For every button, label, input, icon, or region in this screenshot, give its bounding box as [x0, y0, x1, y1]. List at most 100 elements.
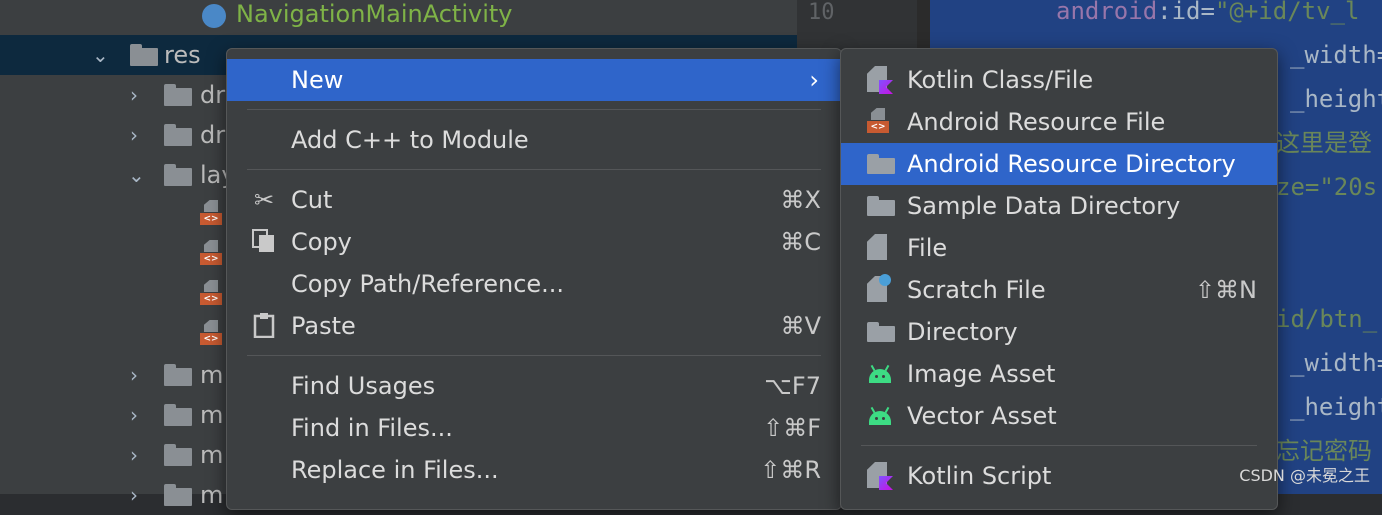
watermark: CSDN @未冕之王 — [1239, 466, 1370, 485]
menu-item-label: Kotlin Class/File — [907, 66, 1094, 94]
menu-item-label: Replace in Files... — [291, 456, 499, 484]
chevron-right-icon[interactable]: › — [130, 115, 138, 155]
chevron-right-icon[interactable]: › — [130, 395, 138, 435]
code-line: ze="20s — [1276, 173, 1378, 201]
chevron-right-icon[interactable]: › — [130, 75, 138, 115]
menu-item-find-usages[interactable]: Find Usages ⌥F7 — [227, 365, 841, 407]
tree-label-item: m — [200, 401, 224, 429]
shortcut: ⇧⌘R — [760, 456, 821, 484]
code-line: 这里是登 — [1276, 129, 1372, 157]
xml-file-icon: <> — [867, 108, 889, 134]
copy-icon — [249, 228, 279, 256]
menu-item-label: Kotlin Script — [907, 462, 1052, 490]
new-submenu: Kotlin Class/File <> Android Resource Fi… — [840, 48, 1278, 510]
chevron-right-icon[interactable]: › — [130, 355, 138, 395]
code-line: _width= — [1290, 349, 1382, 377]
submenu-item-image-asset[interactable]: Image Asset — [841, 353, 1277, 395]
menu-item-copy[interactable]: Copy ⌘C — [227, 221, 841, 263]
submenu-item-vector-asset[interactable]: Vector Asset — [841, 395, 1277, 437]
menu-item-label: Sample Data Directory — [907, 192, 1181, 220]
menu-item-label: Android Resource Directory — [907, 150, 1236, 178]
menu-item-new[interactable]: New › — [227, 59, 841, 101]
code-line: _height — [1290, 393, 1382, 421]
menu-item-label: Copy — [291, 228, 352, 256]
chevron-right-icon[interactable]: › — [130, 475, 138, 515]
kotlin-file-icon — [867, 66, 893, 94]
menu-item-copy-path[interactable]: Copy Path/Reference... — [227, 263, 841, 305]
menu-separator — [247, 355, 821, 356]
submenu-item-file[interactable]: File — [841, 227, 1277, 269]
code-plain: :id= — [1157, 0, 1215, 25]
menu-item-label: File — [907, 234, 948, 262]
menu-item-label: Cut — [291, 186, 333, 214]
folder-icon — [164, 84, 192, 106]
xml-file-icon[interactable]: <> — [200, 280, 222, 306]
folder-icon — [164, 444, 192, 466]
menu-item-label: Copy Path/Reference... — [291, 270, 565, 298]
submenu-item-kotlin-script[interactable]: Kotlin Script — [841, 455, 1277, 497]
shortcut: ⌘X — [780, 186, 821, 214]
shortcut: ⌘V — [780, 312, 821, 340]
code-line: _width= — [1290, 41, 1382, 69]
tree-label-item: dr — [200, 121, 226, 149]
file-icon — [867, 234, 893, 262]
code-line: android:id="@+id/tv_l — [1056, 0, 1359, 26]
folder-icon — [867, 322, 895, 342]
folder-icon — [164, 364, 192, 386]
menu-item-label: Vector Asset — [907, 402, 1057, 430]
folder-icon — [164, 484, 192, 506]
code-line: id/btn_ — [1276, 305, 1378, 333]
menu-item-label: Directory — [907, 318, 1018, 346]
code-string: "@+id/tv_l — [1214, 0, 1360, 25]
clipboard-icon — [249, 312, 279, 340]
shortcut: ⌥F7 — [764, 372, 821, 400]
folder-icon — [867, 196, 895, 216]
menu-item-replace-in-files[interactable]: Replace in Files... ⇧⌘R — [227, 449, 841, 491]
tree-row-activity[interactable]: NavigationMainActivity — [0, 0, 800, 34]
menu-item-cut[interactable]: ✂ Cut ⌘X — [227, 179, 841, 221]
folder-icon — [164, 404, 192, 426]
shortcut: ⇧⌘F — [763, 414, 821, 442]
code-line: _height — [1290, 85, 1382, 113]
xml-file-icon[interactable]: <> — [200, 200, 222, 226]
scratch-file-icon — [867, 274, 893, 304]
submenu-item-scratch-file[interactable]: Scratch File ⇧⌘N — [841, 269, 1277, 311]
menu-separator — [247, 169, 821, 170]
menu-item-label: Paste — [291, 312, 356, 340]
line-number: 10 — [808, 0, 835, 25]
submenu-item-directory[interactable]: Directory — [841, 311, 1277, 353]
xml-file-icon[interactable]: <> — [200, 240, 222, 266]
chevron-right-icon[interactable]: › — [130, 435, 138, 475]
submenu-item-kotlin-class[interactable]: Kotlin Class/File — [841, 59, 1277, 101]
chevron-down-icon[interactable]: ⌄ — [128, 155, 145, 195]
folder-icon — [130, 44, 158, 66]
shortcut: ⇧⌘N — [1194, 276, 1257, 304]
scissors-icon: ✂ — [253, 186, 275, 214]
folder-icon — [164, 164, 192, 186]
folder-icon — [867, 154, 895, 174]
tree-label-res: res — [164, 41, 201, 69]
chevron-down-icon[interactable]: ⌄ — [92, 35, 109, 75]
kotlin-activity-icon — [202, 4, 226, 28]
xml-file-icon[interactable]: <> — [200, 320, 222, 346]
kotlin-script-icon — [867, 462, 893, 490]
menu-separator — [247, 109, 821, 110]
submenu-item-android-resource-file[interactable]: <> Android Resource File — [841, 101, 1277, 143]
tree-label-item: dr — [200, 81, 226, 109]
menu-item-add-cpp[interactable]: Add C++ to Module — [227, 119, 841, 161]
context-menu: New › Add C++ to Module ✂ Cut ⌘X Copy ⌘C… — [226, 48, 842, 510]
tree-label-item: m — [200, 481, 224, 509]
android-icon — [867, 406, 893, 425]
menu-item-paste[interactable]: Paste ⌘V — [227, 305, 841, 347]
folder-icon — [164, 124, 192, 146]
tree-label-item: m — [200, 361, 224, 389]
menu-item-find-in-files[interactable]: Find in Files... ⇧⌘F — [227, 407, 841, 449]
code-attr: android — [1056, 0, 1158, 25]
shortcut: ⌘C — [780, 228, 821, 256]
submenu-item-android-resource-directory[interactable]: Android Resource Directory — [841, 143, 1277, 185]
menu-item-label: New — [291, 66, 344, 94]
submenu-item-sample-data-directory[interactable]: Sample Data Directory — [841, 185, 1277, 227]
menu-item-label: Find in Files... — [291, 414, 453, 442]
android-icon — [867, 364, 893, 383]
menu-item-label: Add C++ to Module — [291, 126, 529, 154]
